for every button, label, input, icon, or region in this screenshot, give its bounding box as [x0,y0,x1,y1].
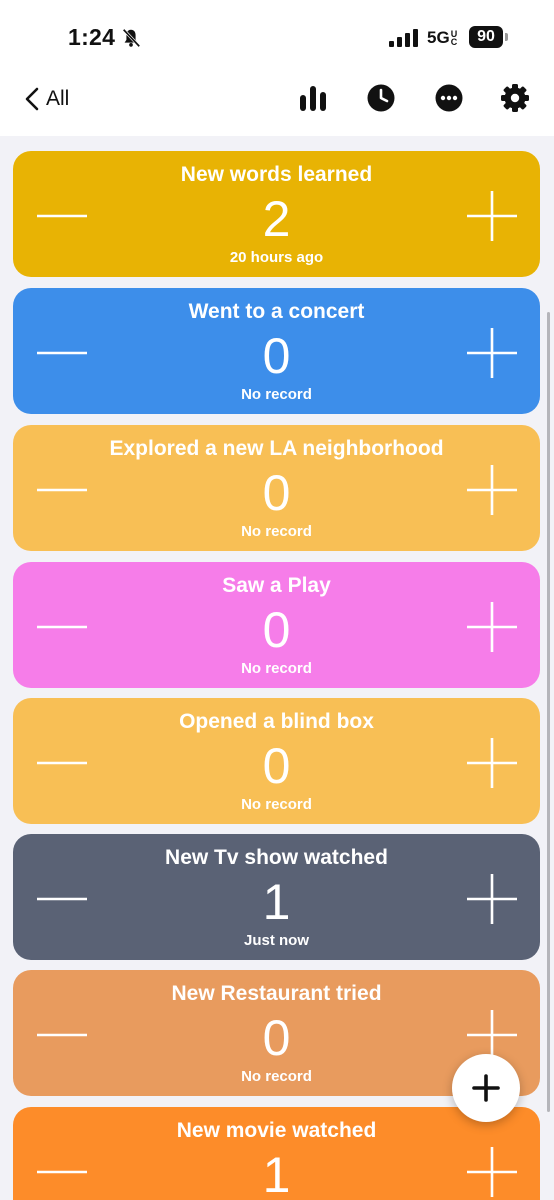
status-bar: 1:24 5GUC 90 [0,0,554,70]
nav-bar: All [0,70,554,136]
counter-card[interactable]: New Tv show watched 1 Just now [13,834,540,960]
counter-card[interactable]: New words learned 2 20 hours ago [13,151,540,277]
clock-icon[interactable] [366,83,396,113]
bell-slash-icon [122,28,141,48]
counter-title: Opened a blind box [179,710,374,733]
counter-title: New Tv show watched [165,846,388,869]
counter-last-record: No record [241,386,312,403]
counter-last-record: 20 hours ago [229,249,324,266]
plus-icon [472,1074,500,1102]
add-counter-button[interactable] [452,1054,520,1122]
chevron-left-icon [25,87,39,111]
more-icon[interactable] [434,83,464,113]
counter-value: 0 [262,738,291,794]
counter-last-record: No record [241,523,312,540]
counter-value: 1 [262,1147,291,1200]
plus-button[interactable] [465,1145,519,1199]
plus-button[interactable] [465,872,519,926]
plus-button[interactable] [465,736,519,790]
counter-card[interactable]: Went to a concert 0 No record [13,288,540,414]
network-type: 5G [427,28,450,47]
signal-icon [389,29,418,47]
counter-title: New Restaurant tried [171,982,382,1005]
app-screen: 1:24 5GUC 90 All New words learned 2 20 … [0,0,554,1200]
scrollbar[interactable] [547,312,550,1112]
plus-button[interactable] [465,463,519,517]
plus-button[interactable] [465,189,519,243]
counter-last-record: No record [241,796,312,813]
counter-value: 0 [262,1010,291,1066]
counter-last-record: Just now [243,932,309,949]
counter-title: Saw a Play [222,574,331,597]
network-indicator: 5GUC [427,28,457,48]
network-suffix: UC [450,29,458,47]
counter-card[interactable]: Opened a blind box 0 No record [13,698,540,824]
battery-indicator: 90 [469,26,503,48]
counter-title: New words learned [180,163,373,186]
counter-value: 2 [262,191,291,247]
plus-button[interactable] [465,600,519,654]
plus-button[interactable] [465,326,519,380]
counter-title: Explored a new LA neighborhood [109,437,444,460]
gear-icon[interactable] [500,83,530,113]
counter-title: Went to a concert [188,300,365,323]
battery-nub [505,33,508,41]
counter-value: 0 [262,602,291,658]
bar-chart-icon[interactable] [298,83,328,113]
back-button[interactable]: All [24,84,69,114]
status-time: 1:24 [68,24,116,50]
counter-value: 0 [262,465,291,521]
counter-value: 1 [262,874,291,930]
back-label: All [46,87,70,110]
counter-title: New movie watched [176,1119,377,1142]
counter-last-record: No record [241,660,312,677]
counter-card[interactable]: New movie watched 1 [13,1107,540,1200]
counter-list: New words learned 2 20 hours ago Went to… [0,136,554,1200]
counter-value: 0 [262,328,291,384]
counter-card[interactable]: Explored a new LA neighborhood 0 No reco… [13,425,540,551]
counter-card[interactable]: Saw a Play 0 No record [13,562,540,688]
